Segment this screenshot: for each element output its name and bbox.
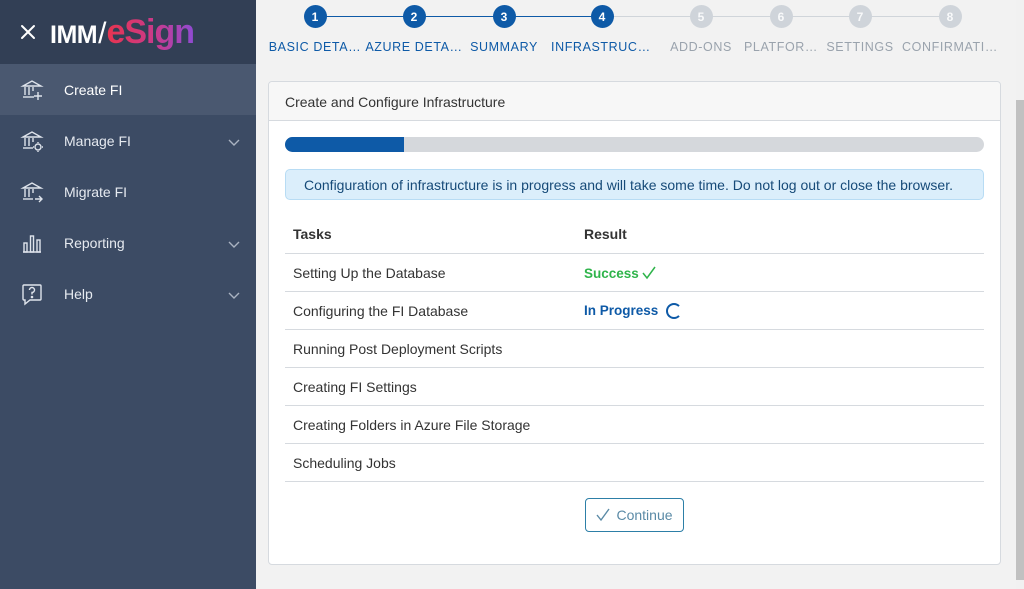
table-row: Configuring the FI Database In Progress bbox=[285, 291, 984, 330]
sidebar-item-label: Create FI bbox=[64, 81, 123, 98]
table-row: Creating FI Settings bbox=[285, 367, 984, 406]
step-number: 6 bbox=[769, 5, 793, 28]
task-result bbox=[576, 405, 984, 444]
continue-label: Continue bbox=[616, 507, 673, 523]
step-number: 2 bbox=[402, 5, 426, 28]
bank-gear-icon bbox=[20, 129, 44, 153]
step-number: 3 bbox=[492, 5, 516, 28]
status-success: Success bbox=[584, 266, 656, 281]
table-row: Running Post Deployment Scripts bbox=[285, 329, 984, 368]
info-alert: Configuration of infrastructure is in pr… bbox=[285, 169, 984, 200]
task-result: Success bbox=[576, 253, 984, 292]
table-row: Creating Folders in Azure File Storage bbox=[285, 405, 984, 444]
chevron-down-icon bbox=[228, 134, 240, 152]
sidebar-item-label: Migrate FI bbox=[64, 183, 128, 200]
status-in-progress: In Progress bbox=[584, 302, 683, 319]
step-label: CONFIRMATI… bbox=[902, 40, 998, 54]
check-icon bbox=[642, 266, 656, 280]
bank-plus-icon bbox=[20, 78, 44, 102]
task-result bbox=[576, 367, 984, 406]
step-infrastructure[interactable]: 4 INFRASTRUCT… bbox=[547, 5, 657, 54]
step-label: BASIC DETA… bbox=[268, 40, 362, 54]
step-confirmation: 8 CONFIRMATI… bbox=[895, 5, 1005, 54]
logo-imm: IMM bbox=[50, 20, 98, 49]
status-text: Success bbox=[584, 265, 639, 281]
check-icon bbox=[596, 508, 611, 522]
table-row: Setting Up the Database Success bbox=[285, 253, 984, 292]
logo: IMM / eSign bbox=[50, 12, 195, 52]
logo-slash: / bbox=[98, 16, 106, 50]
infrastructure-card: Create and Configure Infrastructure Conf… bbox=[268, 81, 1001, 565]
scrollbar-thumb[interactable] bbox=[1016, 100, 1024, 580]
task-name: Scheduling Jobs bbox=[285, 443, 576, 482]
task-result bbox=[576, 329, 984, 368]
scrollbar[interactable] bbox=[1016, 0, 1024, 589]
sidebar-item-reporting[interactable]: Reporting bbox=[0, 217, 256, 268]
sidebar-item-label: Manage FI bbox=[64, 132, 131, 149]
task-result bbox=[576, 443, 984, 482]
sidebar: IMM / eSign Create FI Manage FI Migrate FI… bbox=[0, 0, 256, 589]
column-header-tasks: Tasks bbox=[285, 214, 576, 254]
step-label: INFRASTRUCT… bbox=[551, 40, 657, 54]
task-name: Configuring the FI Database bbox=[285, 291, 576, 330]
main-content: 1 BASIC DETA… 2 AZURE DETA… 3 SUMMARY 4 … bbox=[256, 0, 1024, 589]
chevron-down-icon bbox=[228, 287, 240, 305]
stepper: 1 BASIC DETA… 2 AZURE DETA… 3 SUMMARY 4 … bbox=[256, 0, 1016, 70]
column-header-result: Result bbox=[576, 214, 984, 254]
step-number: 8 bbox=[938, 5, 962, 28]
question-bubble-icon bbox=[20, 282, 44, 306]
close-icon[interactable] bbox=[18, 22, 38, 42]
step-number: 5 bbox=[689, 5, 713, 28]
task-name: Creating Folders in Azure File Storage bbox=[285, 405, 576, 444]
table-row: Scheduling Jobs bbox=[285, 443, 984, 482]
progress-bar bbox=[285, 137, 984, 152]
task-name: Creating FI Settings bbox=[285, 367, 576, 406]
step-number: 1 bbox=[303, 5, 327, 28]
sidebar-item-label: Reporting bbox=[64, 234, 125, 251]
bar-chart-icon bbox=[20, 231, 44, 255]
sidebar-item-help[interactable]: Help bbox=[0, 268, 256, 319]
sidebar-item-label: Help bbox=[64, 285, 93, 302]
step-number: 4 bbox=[590, 5, 614, 28]
logo-esign: eSign bbox=[106, 12, 195, 51]
sidebar-item-create-fi[interactable]: Create FI bbox=[0, 64, 256, 115]
step-label: SUMMARY bbox=[470, 40, 538, 54]
task-result: In Progress bbox=[576, 291, 984, 330]
step-basic-details[interactable]: 1 BASIC DETA… bbox=[260, 5, 370, 54]
task-name: Running Post Deployment Scripts bbox=[285, 329, 576, 368]
sidebar-item-migrate-fi[interactable]: Migrate FI bbox=[0, 166, 256, 217]
table-header-row: Tasks Result bbox=[285, 214, 984, 254]
status-text: In Progress bbox=[584, 303, 659, 319]
sidebar-item-manage-fi[interactable]: Manage FI bbox=[0, 115, 256, 166]
step-summary[interactable]: 3 SUMMARY bbox=[449, 5, 559, 54]
spinner-icon bbox=[666, 302, 683, 319]
progress-fill bbox=[285, 137, 404, 152]
bank-arrow-icon bbox=[20, 180, 44, 204]
chevron-down-icon bbox=[228, 236, 240, 254]
task-name: Setting Up the Database bbox=[285, 253, 576, 292]
step-number: 7 bbox=[848, 5, 872, 28]
sidebar-header: IMM / eSign bbox=[0, 0, 256, 64]
continue-button[interactable]: Continue bbox=[585, 498, 684, 532]
tasks-table: Tasks Result Setting Up the Database Suc… bbox=[285, 214, 984, 482]
card-title: Create and Configure Infrastructure bbox=[269, 82, 1000, 121]
